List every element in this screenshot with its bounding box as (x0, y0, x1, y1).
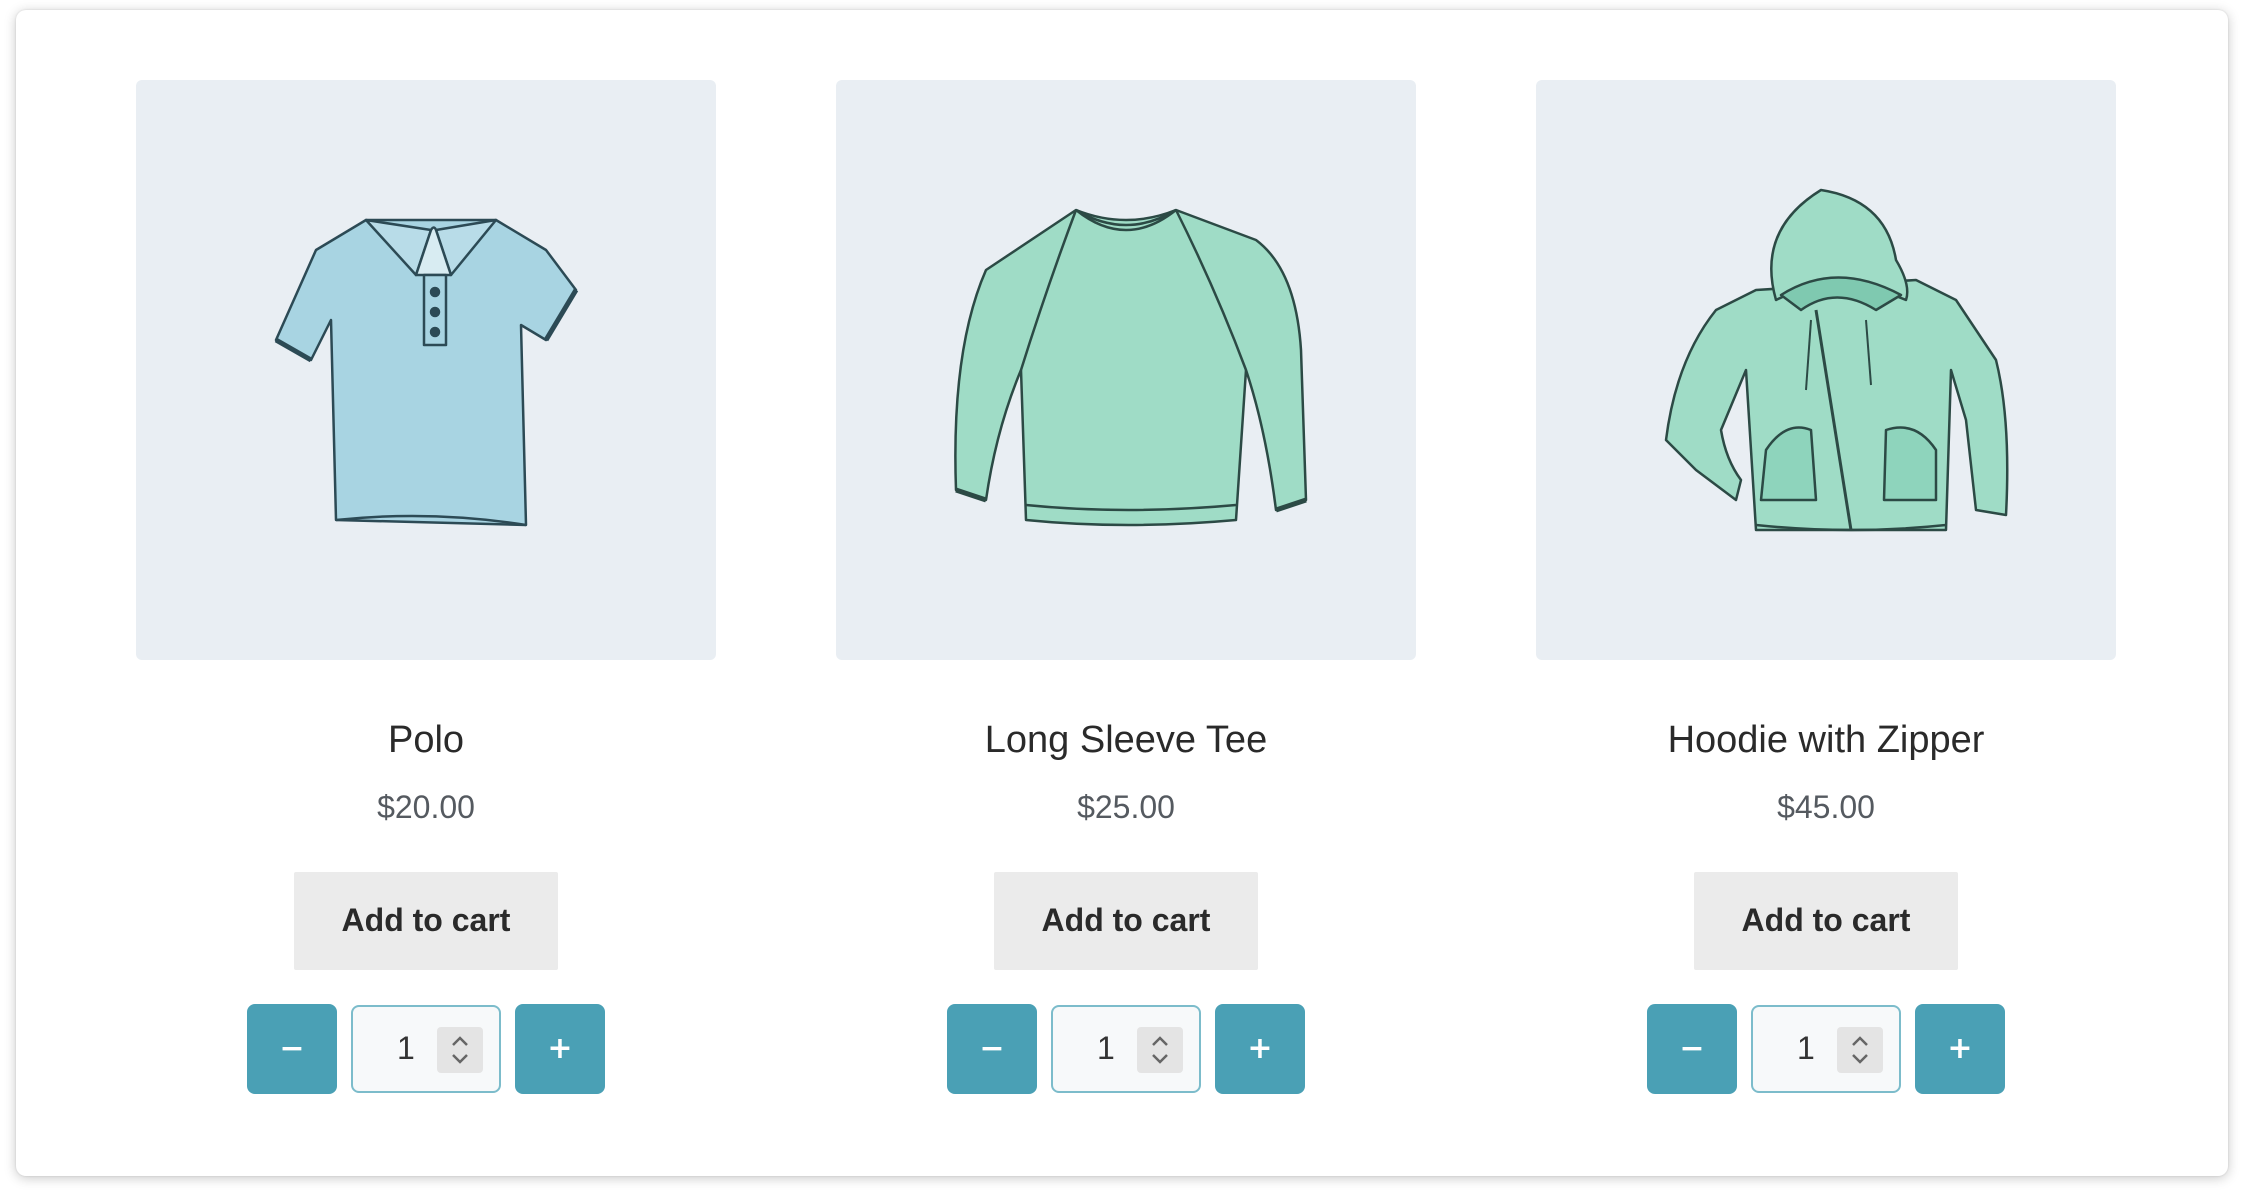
spinner-icon[interactable] (1137, 1026, 1183, 1073)
quantity-input[interactable]: 1 (1751, 1004, 1901, 1093)
product-name[interactable]: Long Sleeve Tee (985, 718, 1267, 764)
product-price: $20.00 (377, 788, 475, 825)
hoodie-icon (1664, 188, 2009, 532)
polo-shirt-icon (274, 218, 579, 527)
decrement-button[interactable]: − (247, 1003, 337, 1094)
quantity-input[interactable]: 1 (351, 1004, 501, 1093)
product-list: Polo $20.00 Add to cart − 1 + Long Sleev… (136, 80, 2116, 1094)
product-card: Hoodie with Zipper $45.00 Add to cart − … (1536, 80, 2116, 1094)
product-grid-block: Polo $20.00 Add to cart − 1 + Long Sleev… (16, 10, 2228, 1176)
increment-button[interactable]: + (515, 1003, 605, 1094)
product-price: $25.00 (1077, 788, 1175, 825)
spinner-icon[interactable] (1837, 1026, 1883, 1073)
increment-button[interactable]: + (1915, 1003, 2005, 1094)
product-card: Polo $20.00 Add to cart − 1 + (136, 80, 716, 1094)
product-name[interactable]: Hoodie with Zipper (1668, 718, 1985, 764)
quantity-input[interactable]: 1 (1051, 1004, 1201, 1093)
decrement-button[interactable]: − (947, 1003, 1037, 1094)
product-name[interactable]: Polo (388, 718, 464, 764)
quantity-value: 1 (1097, 1030, 1115, 1067)
quantity-value: 1 (1797, 1030, 1815, 1067)
add-to-cart-button[interactable]: Add to cart (1694, 871, 1958, 970)
quantity-stepper: − 1 + (1647, 1003, 2005, 1094)
spinner-icon[interactable] (437, 1026, 483, 1073)
quantity-stepper: − 1 + (247, 1003, 605, 1094)
increment-button[interactable]: + (1215, 1003, 1305, 1094)
product-price: $45.00 (1777, 788, 1875, 825)
quantity-stepper: − 1 + (947, 1003, 1305, 1094)
add-to-cart-button[interactable]: Add to cart (294, 871, 558, 970)
product-image[interactable] (836, 80, 1416, 660)
decrement-button[interactable]: − (1647, 1003, 1737, 1094)
product-card: Long Sleeve Tee $25.00 Add to cart − 1 + (836, 80, 1416, 1094)
long-sleeve-tee-icon (954, 208, 1308, 527)
product-image[interactable] (1536, 80, 2116, 660)
add-to-cart-button[interactable]: Add to cart (994, 871, 1258, 970)
product-image[interactable] (136, 80, 716, 660)
quantity-value: 1 (397, 1030, 415, 1067)
